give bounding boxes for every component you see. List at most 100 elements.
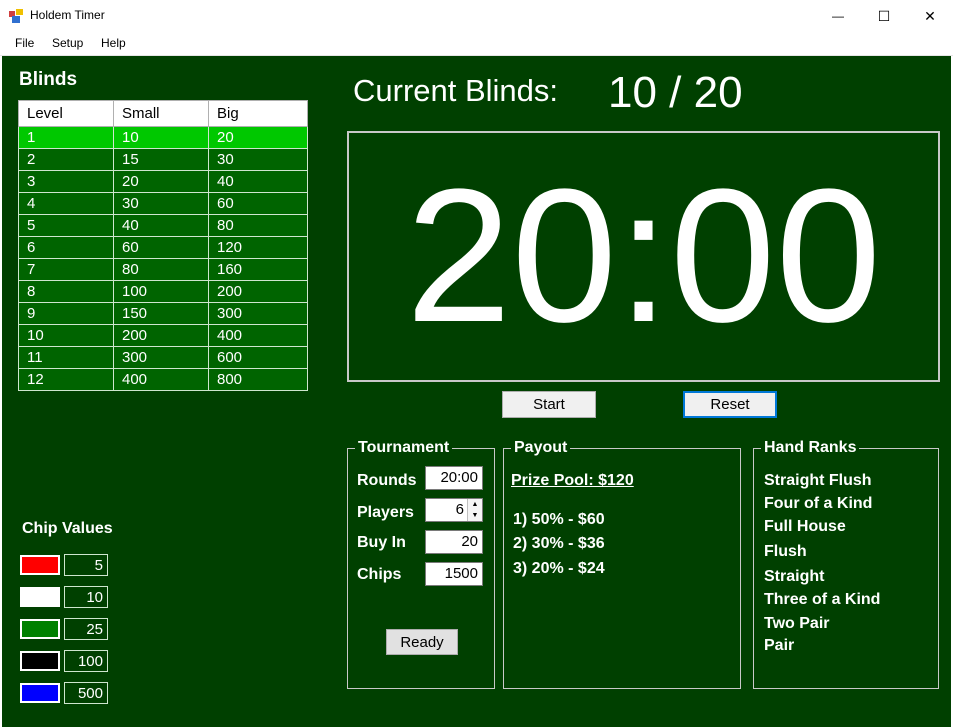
table-row[interactable]: 11 300 600 xyxy=(18,346,308,369)
close-icon: ✕ xyxy=(924,7,936,24)
hand-rank-item: Straight Flush xyxy=(764,472,872,489)
reset-button[interactable]: Reset xyxy=(683,391,777,418)
chip-value-field[interactable]: 10 xyxy=(64,586,108,608)
spin-down-icon[interactable]: ▼ xyxy=(468,510,482,521)
current-blinds-label: Current Blinds: xyxy=(353,73,559,108)
level-cell: 3 xyxy=(18,170,114,193)
level-cell: 9 xyxy=(18,302,114,325)
small-cell: 40 xyxy=(113,214,209,237)
table-row[interactable]: 3 20 40 xyxy=(18,170,308,193)
chip-value-field[interactable]: 500 xyxy=(64,682,108,704)
chip-color-swatch[interactable] xyxy=(20,683,60,703)
big-cell: 600 xyxy=(208,346,308,369)
level-cell: 12 xyxy=(18,368,114,391)
window-title: Holdem Timer xyxy=(30,8,105,22)
table-row[interactable]: 9 150 300 xyxy=(18,302,308,325)
table-row[interactable]: 7 80 160 xyxy=(18,258,308,281)
tournament-group: Tournament Rounds 20:00 Players 6 ▲ ▼ Bu… xyxy=(347,439,495,689)
small-cell: 80 xyxy=(113,258,209,281)
chip-color-swatch[interactable] xyxy=(20,651,60,671)
big-cell: 200 xyxy=(208,280,308,303)
menu-file[interactable]: File xyxy=(15,36,34,50)
prize-pool: Prize Pool: $120 xyxy=(511,472,634,489)
blinds-rows: 1 10 20 2 15 30 3 20 40 4 30 60 5 40 80 6 60 120 7 80 160 8 10… xyxy=(18,126,308,391)
current-blinds-value: 10 / 20 xyxy=(608,68,743,117)
buyin-label: Buy In xyxy=(357,534,406,551)
payout-group: Payout Prize Pool: $120 1) 50% - $60 2) … xyxy=(503,439,741,689)
small-cell: 150 xyxy=(113,302,209,325)
chip-color-swatch[interactable] xyxy=(20,619,60,639)
table-row[interactable]: 2 15 30 xyxy=(18,148,308,171)
hand-rank-item: Two Pair xyxy=(764,615,830,632)
table-row[interactable]: 4 30 60 xyxy=(18,192,308,215)
close-button[interactable]: ✕ xyxy=(907,0,953,32)
menu-help[interactable]: Help xyxy=(101,36,126,50)
maximize-button[interactable]: ☐ xyxy=(861,0,907,32)
small-cell: 200 xyxy=(113,324,209,347)
chip-color-swatch[interactable] xyxy=(20,555,60,575)
small-cell: 400 xyxy=(113,368,209,391)
spin-up-icon[interactable]: ▲ xyxy=(468,499,482,510)
table-row[interactable]: 5 40 80 xyxy=(18,214,308,237)
column-header-big[interactable]: Big xyxy=(208,100,308,127)
timer-text: 20:00 xyxy=(405,150,882,362)
chip-values-title: Chip Values xyxy=(22,520,113,537)
level-cell: 7 xyxy=(18,258,114,281)
rounds-input[interactable]: 20:00 xyxy=(425,466,483,490)
small-cell: 15 xyxy=(113,148,209,171)
big-cell: 60 xyxy=(208,192,308,215)
chip-value-field[interactable]: 25 xyxy=(64,618,108,640)
level-cell: 6 xyxy=(18,236,114,259)
blinds-title: Blinds xyxy=(19,69,78,90)
chip-value-field[interactable]: 100 xyxy=(64,650,108,672)
hand-ranks-title: Hand Ranks xyxy=(761,439,860,457)
level-cell: 11 xyxy=(18,346,114,369)
big-cell: 30 xyxy=(208,148,308,171)
minimize-icon: — xyxy=(832,9,844,23)
column-header-small[interactable]: Small xyxy=(113,100,209,127)
table-row[interactable]: 12 400 800 xyxy=(18,368,308,391)
hand-rank-item: Full House xyxy=(764,518,846,535)
chip-color-swatch[interactable] xyxy=(20,587,60,607)
players-value: 6 xyxy=(455,501,464,518)
chips-input[interactable]: 1500 xyxy=(425,562,483,586)
hand-rank-item: Straight xyxy=(764,568,825,585)
rounds-label: Rounds xyxy=(357,472,417,489)
big-cell: 120 xyxy=(208,236,308,259)
level-cell: 2 xyxy=(18,148,114,171)
buyin-input[interactable]: 20 xyxy=(425,530,483,554)
big-cell: 40 xyxy=(208,170,308,193)
hand-ranks-group: Hand Ranks Straight Flush Four of a Kind F… xyxy=(753,439,939,689)
minimize-button[interactable]: — xyxy=(815,0,861,32)
level-cell: 10 xyxy=(18,324,114,347)
start-button[interactable]: Start xyxy=(502,391,596,418)
big-cell: 160 xyxy=(208,258,308,281)
players-label: Players xyxy=(357,504,414,521)
column-header-level[interactable]: Level xyxy=(18,100,114,127)
table-row[interactable]: 6 60 120 xyxy=(18,236,308,259)
hand-rank-item: Three of a Kind xyxy=(764,591,881,608)
small-cell: 100 xyxy=(113,280,209,303)
table-row[interactable]: 1 10 20 xyxy=(18,126,308,149)
level-cell: 5 xyxy=(18,214,114,237)
level-cell: 8 xyxy=(18,280,114,303)
main-panel: Blinds Level Small Big 1 10 20 2 15 30 3 20 40 4 3… xyxy=(2,56,951,727)
big-cell: 300 xyxy=(208,302,308,325)
table-row[interactable]: 10 200 400 xyxy=(18,324,308,347)
big-cell: 400 xyxy=(208,324,308,347)
players-stepper[interactable]: 6 ▲ ▼ xyxy=(425,498,483,522)
table-row[interactable]: 8 100 200 xyxy=(18,280,308,303)
big-cell: 20 xyxy=(208,126,308,149)
hand-rank-item: Flush xyxy=(764,543,807,560)
ready-button[interactable]: Ready xyxy=(386,629,458,655)
payout-place-1: 1) 50% - $60 xyxy=(513,511,605,528)
timer-display: 20:00 xyxy=(347,131,940,382)
payout-place-2: 2) 30% - $36 xyxy=(513,535,605,552)
big-cell: 80 xyxy=(208,214,308,237)
menu-setup[interactable]: Setup xyxy=(52,36,83,50)
hand-rank-item: Four of a Kind xyxy=(764,495,873,512)
hand-rank-item: Pair xyxy=(764,637,795,654)
chip-value-field[interactable]: 5 xyxy=(64,554,108,576)
small-cell: 30 xyxy=(113,192,209,215)
menu-bar: File Setup Help xyxy=(0,32,953,56)
